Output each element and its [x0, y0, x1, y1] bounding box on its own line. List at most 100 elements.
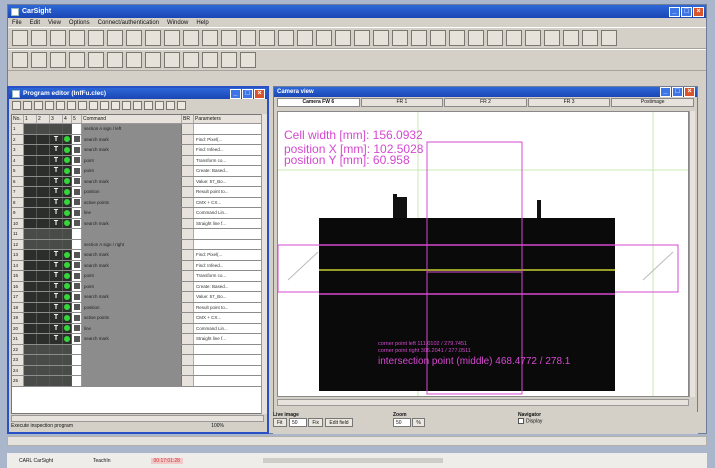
row-parameters[interactable]: [194, 355, 263, 365]
grid-icon[interactable]: [88, 30, 104, 46]
gear-icon[interactable]: [31, 30, 47, 46]
row-command[interactable]: section A sign / right: [82, 239, 182, 249]
menu-options[interactable]: Options: [69, 20, 90, 26]
row-command[interactable]: search mark: [82, 218, 182, 228]
row-command[interactable]: active points: [82, 197, 182, 207]
bar-icon[interactable]: [202, 52, 218, 68]
image-icon[interactable]: [107, 30, 123, 46]
row-command[interactable]: [82, 344, 182, 354]
up-icon[interactable]: [100, 101, 109, 110]
col-2[interactable]: 2: [37, 115, 50, 123]
row-command[interactable]: search mark: [82, 260, 182, 270]
col-1[interactable]: 1: [24, 115, 37, 123]
row-command[interactable]: position: [82, 302, 182, 312]
edit-field-button[interactable]: Edit field: [325, 418, 353, 427]
row-command[interactable]: search mark: [82, 176, 182, 186]
table-row[interactable]: 12 section A sign / right: [12, 239, 263, 250]
help-icon[interactable]: [177, 101, 186, 110]
row-parameters[interactable]: Find: Infeed...: [194, 145, 263, 155]
table-row[interactable]: 5 Tpoint Create: Based...: [12, 166, 263, 177]
menu-help[interactable]: Help: [196, 20, 208, 26]
save-icon[interactable]: [164, 30, 180, 46]
doc-icon[interactable]: [221, 52, 237, 68]
fix-button[interactable]: Fix: [308, 418, 324, 427]
row-command[interactable]: search mark: [82, 292, 182, 302]
row-command[interactable]: search mark: [82, 250, 182, 260]
table-row[interactable]: 8 Tactive points CMX + CX...: [12, 197, 263, 208]
table-row[interactable]: 7 Tposition Result point to...: [12, 187, 263, 198]
table-row[interactable]: 24: [12, 365, 263, 376]
settings-icon[interactable]: [373, 30, 389, 46]
play-icon[interactable]: [411, 30, 427, 46]
table-row[interactable]: 9 Tline Command Lin...: [12, 208, 263, 219]
table-row[interactable]: 21 Tsearch mark Straight line f...: [12, 334, 263, 345]
camera-vertical-scrollbar[interactable]: [689, 111, 695, 397]
table-row[interactable]: 11: [12, 229, 263, 240]
tab-fr3[interactable]: FR 3: [527, 98, 611, 107]
zoom-unit-button[interactable]: %: [412, 418, 425, 427]
line-icon[interactable]: [468, 30, 484, 46]
table-row[interactable]: 13 Tsearch mark Find: Pixel(...: [12, 250, 263, 261]
row-command[interactable]: line: [82, 208, 182, 218]
table-row[interactable]: 10 Tsearch mark Straight line f...: [12, 218, 263, 229]
table-row[interactable]: 15 Tpoint Transform co...: [12, 271, 263, 282]
table-row[interactable]: 2 Tsearch mark Find: Pixel(...: [12, 134, 263, 145]
image-value-field[interactable]: 50: [288, 418, 307, 427]
menu-window[interactable]: Window: [167, 20, 188, 26]
col-br[interactable]: BR: [182, 115, 194, 123]
table-row[interactable]: 4 Tpoint Transform co...: [12, 155, 263, 166]
row-parameters[interactable]: [194, 376, 263, 386]
row-parameters[interactable]: Result point to...: [194, 187, 263, 197]
row-command[interactable]: point: [82, 271, 182, 281]
step-icon[interactable]: [133, 101, 142, 110]
tag-icon[interactable]: [297, 30, 313, 46]
table-row[interactable]: 18 Tposition Result point to...: [12, 302, 263, 313]
row-command[interactable]: point: [82, 166, 182, 176]
camera-maximize-button[interactable]: □: [672, 87, 683, 97]
table-row[interactable]: 23: [12, 355, 263, 366]
taskbar-item-teachin[interactable]: TeachIn: [93, 458, 111, 464]
row-command[interactable]: point: [82, 281, 182, 291]
pencil-icon[interactable]: [69, 30, 85, 46]
row-parameters[interactable]: CMX + CX...: [194, 197, 263, 207]
editor-close-button[interactable]: ×: [254, 88, 265, 99]
editor-maximize-button[interactable]: □: [242, 88, 253, 99]
record-icon[interactable]: [126, 30, 142, 46]
camera-icon[interactable]: [12, 30, 28, 46]
tool-icon[interactable]: [183, 30, 199, 46]
row-parameters[interactable]: Straight line f...: [194, 218, 263, 228]
props-icon[interactable]: [166, 101, 175, 110]
row-parameters[interactable]: [194, 124, 263, 134]
stop-icon[interactable]: [144, 101, 153, 110]
row-parameters[interactable]: Straight line f...: [194, 334, 263, 344]
row-parameters[interactable]: Command Lin...: [194, 323, 263, 333]
table-row[interactable]: 19 Tactive points CMX + CX...: [12, 313, 263, 324]
col-command[interactable]: Command: [82, 115, 182, 123]
row-parameters[interactable]: Create: Based...: [194, 281, 263, 291]
copy-icon[interactable]: [56, 101, 65, 110]
plug-icon[interactable]: [316, 30, 332, 46]
paste-icon[interactable]: [67, 101, 76, 110]
cross-icon[interactable]: [50, 30, 66, 46]
stop-icon[interactable]: [392, 30, 408, 46]
table-row[interactable]: 6 Tsearch mark Value: 57_Bo...: [12, 176, 263, 187]
menu-edit[interactable]: Edit: [30, 20, 40, 26]
save-icon[interactable]: [34, 101, 43, 110]
tab-fr1[interactable]: FR 1: [360, 98, 444, 107]
measure-icon[interactable]: [259, 30, 275, 46]
row-parameters[interactable]: Find: Pixel(...: [194, 134, 263, 144]
row-command[interactable]: position: [82, 187, 182, 197]
row-parameters[interactable]: [194, 365, 263, 375]
row-command[interactable]: point: [82, 155, 182, 165]
row-parameters[interactable]: Value: 57_Bo...: [194, 176, 263, 186]
camera-horizontal-scrollbar[interactable]: [277, 399, 689, 406]
row-parameters[interactable]: Value: 57_Bo...: [194, 292, 263, 302]
row-parameters[interactable]: [194, 344, 263, 354]
new-icon[interactable]: [12, 101, 21, 110]
editor-minimize-button[interactable]: _: [230, 88, 241, 99]
menu-file[interactable]: File: [12, 20, 22, 26]
table-row[interactable]: 25: [12, 376, 263, 387]
row-command[interactable]: active points: [82, 313, 182, 323]
camera-close-button[interactable]: ×: [684, 87, 695, 97]
copy-icon[interactable]: [69, 52, 85, 68]
